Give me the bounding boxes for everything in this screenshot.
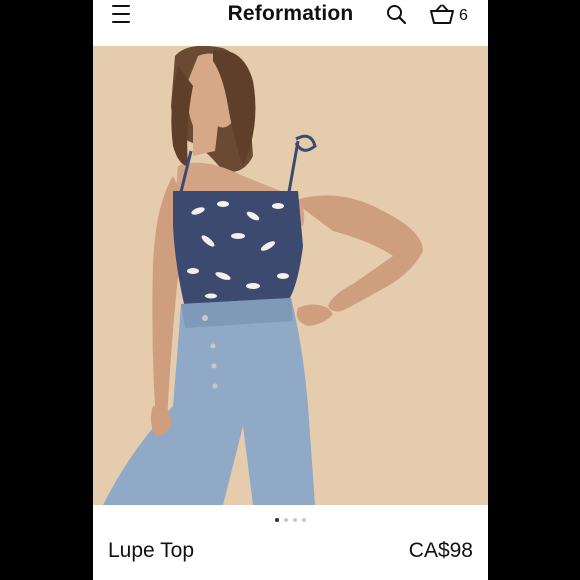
hamburger-line (112, 13, 130, 15)
model-photo-illustration (93, 46, 488, 505)
carousel-dot-2[interactable] (284, 518, 288, 522)
carousel-dot-1[interactable] (275, 518, 279, 522)
top-bar: Reformation 6 (93, 0, 488, 46)
cart-count-badge: 6 (459, 7, 468, 24)
menu-button[interactable] (112, 5, 130, 23)
hamburger-line (112, 21, 130, 23)
product-photo[interactable] (93, 46, 488, 505)
search-icon (387, 5, 407, 25)
product-screen: Reformation 6 Lupe Top CA$98 (93, 0, 488, 580)
search-button[interactable] (386, 4, 408, 26)
cart-button[interactable]: 6 (429, 4, 479, 26)
hamburger-menu-icon (112, 5, 130, 7)
carousel-dot-3[interactable] (293, 518, 297, 522)
carousel-indicator (93, 518, 488, 522)
product-price: CA$98 (408, 539, 473, 562)
product-name: Lupe Top (108, 539, 195, 562)
carousel-dot-4[interactable] (302, 518, 306, 522)
brand-logo-link[interactable]: Reformation (228, 2, 354, 25)
basket-icon (430, 4, 454, 24)
